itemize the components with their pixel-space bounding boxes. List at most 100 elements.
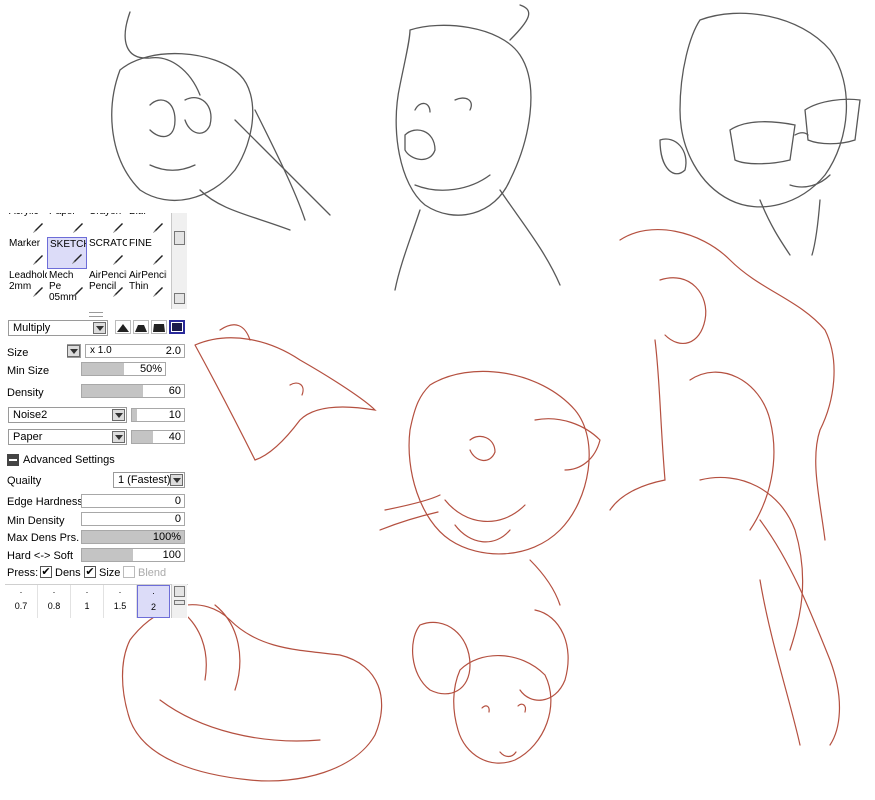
- min-density-slider[interactable]: 0: [81, 512, 185, 526]
- brush-item[interactable]: Crayon: [87, 213, 127, 237]
- sketch-stroke: [454, 524, 511, 543]
- scroll-thumb[interactable]: [174, 600, 185, 605]
- brush-icon: [73, 223, 83, 233]
- brush-item[interactable]: SCRATCH: [87, 237, 127, 269]
- sketch-stroke: [414, 102, 431, 113]
- size-presets-scrollbar[interactable]: [171, 584, 187, 618]
- brush-tip-square[interactable]: [169, 320, 185, 334]
- max-dens-prs-slider[interactable]: 100%: [81, 530, 185, 544]
- brush-tip-hard[interactable]: [151, 320, 167, 334]
- sketch-stroke: [729, 121, 796, 165]
- chevron-down-icon: [112, 431, 125, 443]
- brush-item[interactable]: FINE: [127, 237, 167, 269]
- brush-item-label: FINE: [129, 238, 152, 249]
- brush-item[interactable]: AirPencil Thin: [127, 269, 167, 301]
- size-preset-label: 0.7: [14, 601, 28, 611]
- brush-item-label: SKETCH: [50, 239, 87, 250]
- sketch-stroke: [179, 609, 207, 681]
- brush-item-label: Crayon: [89, 213, 121, 217]
- max-dens-prs-value: 100%: [152, 531, 181, 543]
- hard-soft-value: 100: [162, 549, 181, 561]
- size-unit-select[interactable]: [67, 344, 81, 358]
- size-multiplier: x 1.0: [90, 345, 112, 356]
- edge-hardness-value: 0: [174, 495, 181, 507]
- brush-item-label: Blur: [129, 213, 147, 217]
- size-preset[interactable]: · 0.7: [5, 585, 38, 618]
- sketch-stroke: [659, 138, 687, 175]
- sketch-stroke: [453, 654, 552, 764]
- size-preset[interactable]: · 1: [71, 585, 104, 618]
- blend-mode-select[interactable]: Multiply: [8, 320, 108, 336]
- chevron-down-icon: [170, 474, 183, 486]
- sketch-stroke: [384, 494, 441, 511]
- sketch-stroke: [289, 382, 304, 396]
- sketch-stroke: [412, 621, 471, 695]
- min-size-slider[interactable]: 50%: [81, 362, 166, 376]
- pencil-icon: [113, 255, 123, 265]
- brush-size-presets: · 0.7 · 0.8 · 1 · 1.5 · 2: [5, 584, 188, 619]
- brush-tip-medium[interactable]: [133, 320, 149, 334]
- scroll-down-button[interactable]: [174, 293, 185, 304]
- brush-item-label: Marker: [9, 238, 41, 249]
- sketch-stroke: [659, 277, 707, 344]
- texture-1-value: Noise2: [13, 409, 48, 421]
- tip-shape-icon: [153, 324, 165, 332]
- brush-item[interactable]: Paper: [47, 213, 87, 237]
- sketch-stroke: [481, 705, 490, 713]
- brush-item[interactable]: Marker: [7, 237, 47, 269]
- size-checkbox[interactable]: ✔: [84, 566, 96, 578]
- sketch-red-group: [121, 229, 840, 782]
- size-slider[interactable]: x 1.0 2.0: [85, 344, 185, 358]
- density-slider[interactable]: 60: [81, 384, 185, 398]
- tip-shape-icon: [135, 325, 147, 332]
- brush-item[interactable]: SKETCH: [47, 237, 87, 269]
- sketch-stroke: [759, 519, 840, 746]
- collapse-toggle[interactable]: [7, 454, 19, 466]
- size-preset-label: 1.5: [113, 601, 127, 611]
- brush-item-label: Acrylic: [9, 213, 38, 217]
- blend-checkbox[interactable]: [123, 566, 135, 578]
- sketch-stroke: [194, 337, 377, 461]
- sketch-stroke: [499, 751, 517, 758]
- brush-item[interactable]: Mech Pe 05mm: [47, 269, 87, 301]
- sketch-stroke: [404, 129, 436, 161]
- brush-icon: [153, 223, 163, 233]
- texture-2-strength-slider[interactable]: 40: [131, 430, 185, 444]
- sketch-stroke: [408, 370, 590, 555]
- brush-tip-soft[interactable]: [115, 320, 131, 334]
- scroll-thumb[interactable]: [174, 231, 185, 245]
- texture-1-select[interactable]: Noise2: [8, 407, 127, 423]
- texture-1-strength-slider[interactable]: 10: [131, 408, 185, 422]
- brush-grid-scrollbar[interactable]: [171, 213, 187, 309]
- size-label: Size: [7, 347, 29, 359]
- brush-item[interactable]: Acrylic: [7, 213, 47, 237]
- brush-item[interactable]: Blur: [127, 213, 167, 237]
- brush-icon: [33, 223, 43, 233]
- advanced-settings-header[interactable]: Advanced Settings: [23, 454, 115, 467]
- sketch-stroke: [159, 699, 321, 742]
- hard-soft-slider[interactable]: 100: [81, 548, 185, 562]
- brush-item[interactable]: AirPencil Pencil: [87, 269, 127, 301]
- size-preset[interactable]: · 1.5: [104, 585, 137, 618]
- size-preset[interactable]: · 2: [137, 585, 170, 618]
- dens-checkbox[interactable]: ✔: [40, 566, 52, 578]
- sketch-stroke: [759, 199, 791, 256]
- brush-item[interactable]: Leadhold 2mm: [7, 269, 47, 301]
- sketch-stroke: [469, 435, 496, 461]
- density-fill: [82, 385, 144, 397]
- min-size-label: Min Size: [7, 365, 50, 377]
- edge-hardness-slider[interactable]: 0: [81, 494, 185, 508]
- sketch-stroke: [517, 703, 527, 713]
- texture-2-select[interactable]: Paper: [8, 429, 127, 445]
- size-value: 2.0: [165, 345, 181, 357]
- size-preset[interactable]: · 0.8: [38, 585, 71, 618]
- sketch-stroke: [111, 53, 254, 202]
- sketch-stroke: [149, 99, 176, 138]
- size-preview-dot-icon: ·: [85, 587, 89, 597]
- panel-resize-grip[interactable]: [89, 312, 103, 317]
- sketch-stroke: [444, 499, 526, 523]
- scroll-up-button[interactable]: [174, 586, 185, 597]
- sketch-stroke: [199, 189, 291, 231]
- quality-select[interactable]: 1 (Fastest): [113, 472, 185, 488]
- texture-2-fill: [132, 431, 153, 443]
